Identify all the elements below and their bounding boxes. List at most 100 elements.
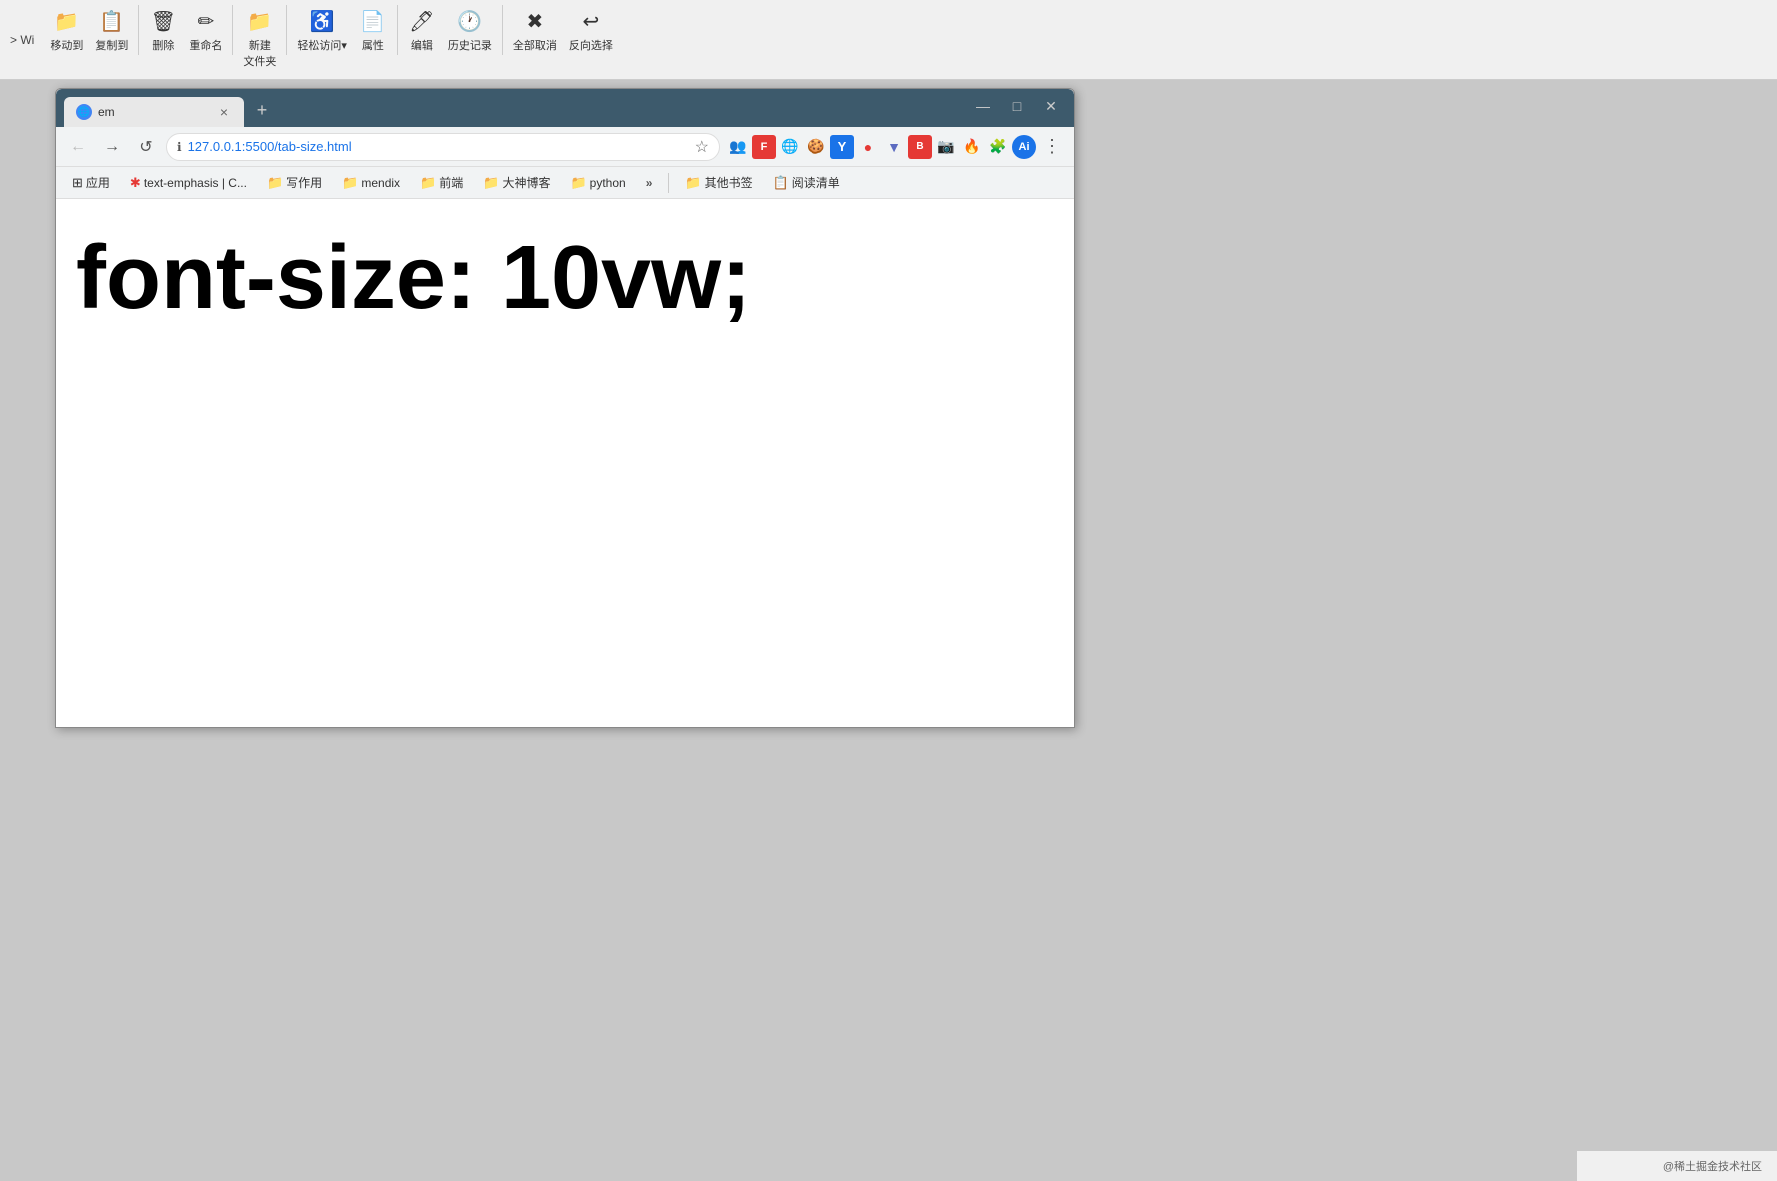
toolbar-sep-2 bbox=[232, 5, 233, 55]
delete-label: 删除 bbox=[152, 37, 174, 53]
rename-icon: ✏ bbox=[197, 9, 214, 34]
writing-icon: 📁 bbox=[267, 175, 283, 191]
copy-icon: 📋 bbox=[99, 9, 124, 34]
bookmark-reading[interactable]: 📋 阅读清单 bbox=[765, 171, 848, 194]
properties-icon: 📄 bbox=[360, 9, 385, 34]
close-btn[interactable]: ✕ bbox=[1036, 94, 1066, 118]
history-icon: 🕐 bbox=[457, 9, 482, 34]
history-label: 历史记录 bbox=[448, 37, 492, 53]
main-content-text: font-size: 10vw; bbox=[76, 229, 1054, 328]
menu-btn[interactable]: ⋮ bbox=[1038, 133, 1066, 161]
mendix-icon: 📁 bbox=[342, 175, 358, 191]
bookmarks-more-btn[interactable]: » bbox=[638, 173, 661, 193]
tab-favicon: 🌐 bbox=[76, 104, 92, 120]
minimize-btn[interactable]: — bbox=[968, 94, 998, 118]
edit-icon: 🖊 bbox=[409, 9, 434, 34]
tab-close-btn[interactable]: × bbox=[216, 102, 232, 122]
bookmark-blog[interactable]: 📁 大神博客 bbox=[475, 171, 558, 194]
move-label: 移动到 bbox=[50, 37, 83, 53]
bookmark-star-btn[interactable]: ☆ bbox=[695, 137, 709, 157]
watermark-text: @稀土掘金技术社区 bbox=[1663, 1158, 1762, 1174]
photo-icon[interactable]: 📷 bbox=[934, 135, 958, 159]
other-label: 其他书签 bbox=[705, 174, 753, 191]
bookmark-python[interactable]: 📁 python bbox=[562, 172, 633, 194]
toolbar-edit-btn[interactable]: 🖊 编辑 bbox=[402, 5, 442, 57]
toolbar-reverse-select-btn[interactable]: ↩ 反向选择 bbox=[563, 5, 619, 57]
cancel-all-icon: ✖ bbox=[526, 9, 543, 34]
bookmark-other[interactable]: 📁 其他书签 bbox=[677, 171, 760, 194]
reading-label: 阅读清单 bbox=[792, 174, 840, 191]
toolbar-history-btn[interactable]: 🕐 历史记录 bbox=[442, 5, 498, 57]
toolbar-move-btn[interactable]: 📁 移动到 bbox=[44, 5, 89, 57]
favicon-icon: 🌐 bbox=[78, 107, 90, 118]
back-btn[interactable]: ← bbox=[64, 133, 92, 161]
browser-toolbar-icons: 👥 F 🌐 🍪 Y ● ▼ B 📷 🔥 🧩 Ai ⋮ bbox=[726, 133, 1066, 161]
bottom-watermark-bar: @稀土掘金技术社区 bbox=[1577, 1151, 1777, 1181]
toolbar-sep-3 bbox=[286, 5, 287, 55]
blog-label: 大神博客 bbox=[502, 174, 550, 191]
toolbar-cancel-all-btn[interactable]: ✖ 全部取消 bbox=[507, 5, 563, 57]
down-icon[interactable]: ▼ bbox=[882, 135, 906, 159]
forward-btn[interactable]: → bbox=[98, 133, 126, 161]
edit-label: 编辑 bbox=[411, 37, 433, 53]
bookmark-writing[interactable]: 📁 写作用 bbox=[259, 171, 330, 194]
other-icon: 📁 bbox=[685, 175, 701, 191]
browser-titlebar: 🌐 em × + — □ ✕ bbox=[56, 89, 1074, 127]
toolbar-row: 📁 移动到 📋 复制到 🗑 删除 ✏ 重命名 📁 新建文件夹 ♿ 轻松访问▾ 📄… bbox=[44, 5, 619, 75]
toolbar-sep-5 bbox=[502, 5, 503, 55]
address-bar[interactable]: ℹ 127.0.0.1:5500/tab-size.html ☆ bbox=[166, 133, 720, 161]
text-emphasis-icon: ✱ bbox=[130, 175, 141, 191]
y-icon[interactable]: Y bbox=[830, 135, 854, 159]
browser-tab-active[interactable]: 🌐 em × bbox=[64, 97, 244, 127]
maximize-btn[interactable]: □ bbox=[1002, 94, 1032, 118]
frontend-label: 前端 bbox=[439, 174, 463, 191]
bookmark-frontend[interactable]: 📁 前端 bbox=[412, 171, 471, 194]
bookmark-apps[interactable]: ⊞ 应用 bbox=[64, 171, 118, 194]
fire-icon[interactable]: 🔥 bbox=[960, 135, 984, 159]
tab-title: em bbox=[98, 105, 115, 119]
puzzle-icon[interactable]: 🧩 bbox=[986, 135, 1010, 159]
explorer-toolbar: > Wi 📁 移动到 📋 复制到 🗑 删除 ✏ 重命名 📁 新建文件夹 ♿ 轻松… bbox=[0, 0, 1777, 80]
browser-content: font-size: 10vw; bbox=[56, 199, 1074, 727]
cookie-icon[interactable]: 🍪 bbox=[804, 135, 828, 159]
toolbar-accessibility-btn[interactable]: ♿ 轻松访问▾ bbox=[291, 5, 353, 57]
reverse-select-label: 反向选择 bbox=[569, 37, 613, 53]
url-text: 127.0.0.1:5500/tab-size.html bbox=[188, 139, 689, 154]
abp-icon[interactable]: B bbox=[908, 135, 932, 159]
bookmarks-sep bbox=[668, 173, 669, 193]
text-emphasis-label: text-emphasis | C... bbox=[144, 176, 247, 190]
bookmark-text-emphasis[interactable]: ✱ text-emphasis | C... bbox=[122, 172, 255, 194]
toolbar-sep-1 bbox=[138, 5, 139, 55]
python-label: python bbox=[590, 176, 626, 190]
reverse-select-icon: ↩ bbox=[582, 9, 599, 34]
web-icon[interactable]: 🌐 bbox=[778, 135, 802, 159]
python-icon: 📁 bbox=[570, 175, 586, 191]
frontend-icon: 📁 bbox=[420, 175, 436, 191]
bookmark-mendix[interactable]: 📁 mendix bbox=[334, 172, 408, 194]
profiles-icon[interactable]: 👥 bbox=[726, 135, 750, 159]
apps-label: 应用 bbox=[86, 174, 110, 191]
browser-navbar: ← → ↺ ℹ 127.0.0.1:5500/tab-size.html ☆ 👥… bbox=[56, 127, 1074, 167]
breadcrumb: > Wi bbox=[10, 33, 34, 47]
accessibility-icon: ♿ bbox=[310, 9, 335, 34]
toolbar-new-folder-btn[interactable]: 📁 新建文件夹 bbox=[237, 5, 282, 73]
mendix-label: mendix bbox=[361, 176, 400, 190]
rename-label: 重命名 bbox=[189, 37, 222, 53]
toolbar-copy-btn[interactable]: 📋 复制到 bbox=[89, 5, 134, 57]
delete-icon: 🗑 bbox=[151, 9, 176, 34]
properties-label: 属性 bbox=[362, 37, 384, 53]
blog-icon: 📁 bbox=[483, 175, 499, 191]
feedly-icon[interactable]: F bbox=[752, 135, 776, 159]
toolbar-delete-btn[interactable]: 🗑 删除 bbox=[143, 5, 183, 57]
writing-label: 写作用 bbox=[286, 174, 322, 191]
new-folder-icon: 📁 bbox=[247, 9, 272, 34]
refresh-btn[interactable]: ↺ bbox=[132, 133, 160, 161]
new-tab-btn[interactable]: + bbox=[248, 96, 276, 124]
toolbar-rename-btn[interactable]: ✏ 重命名 bbox=[183, 5, 228, 57]
copy-label: 复制到 bbox=[95, 37, 128, 53]
dot-icon[interactable]: ● bbox=[856, 135, 880, 159]
toolbar-properties-btn[interactable]: 📄 属性 bbox=[353, 5, 393, 57]
user-avatar[interactable]: Ai bbox=[1012, 135, 1036, 159]
apps-icon: ⊞ bbox=[72, 175, 83, 191]
toolbar-sep-4 bbox=[397, 5, 398, 55]
